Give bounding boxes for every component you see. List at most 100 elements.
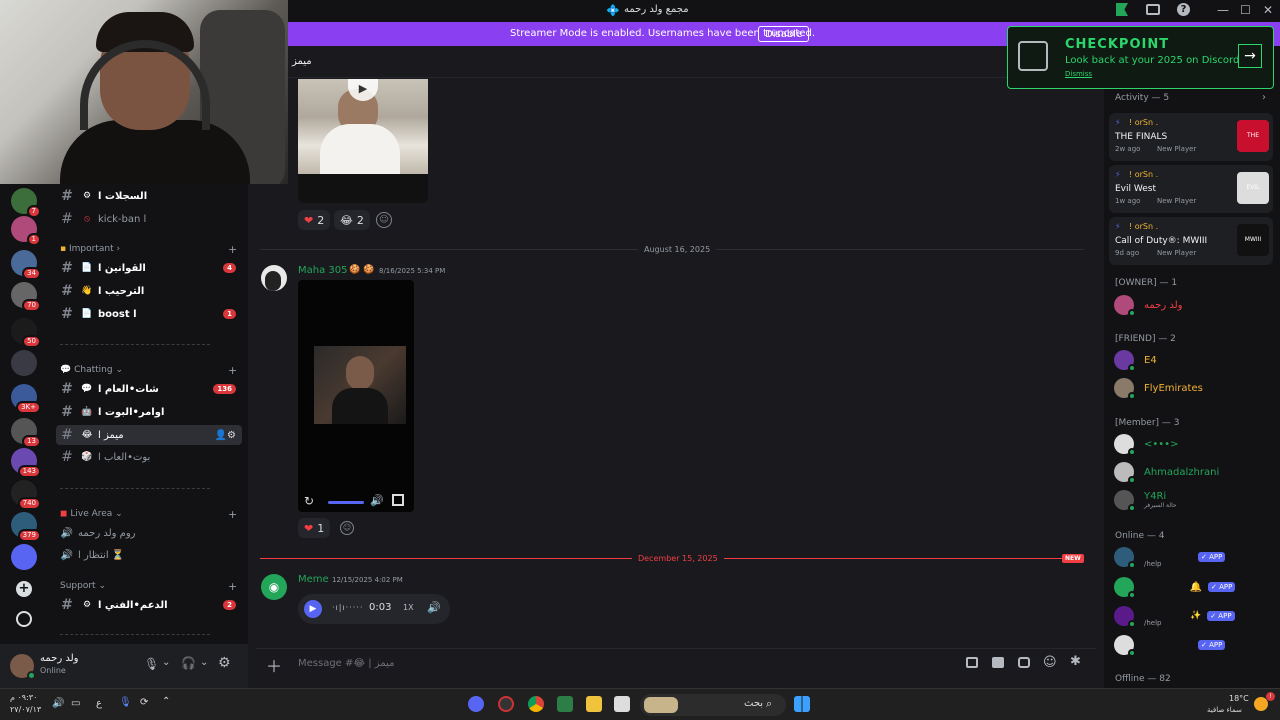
reaction-heart[interactable]: ❤ 2	[298, 210, 331, 230]
message-author[interactable]: Meme	[298, 574, 329, 585]
member-owner[interactable]: ولد رحمه	[1114, 294, 1182, 317]
video-attachment[interactable]: ▶	[298, 79, 428, 203]
server-icon[interactable]: 379	[11, 512, 41, 542]
channel-support[interactable]: # ⚙ الدعم•الفني ا 2	[56, 595, 242, 615]
member[interactable]: <•••>	[1114, 433, 1178, 456]
server-icon[interactable]: 7	[11, 188, 41, 218]
disable-streamer-button[interactable]: Disable	[758, 26, 810, 42]
message-composer[interactable]: ＋ Message #😂 | ميمز ☺ ✱	[256, 648, 1096, 678]
channel-welcome[interactable]: # 👋 الترحيب ا	[56, 281, 242, 301]
arrow-right-icon[interactable]: →	[1238, 44, 1262, 68]
add-channel-icon[interactable]: +	[228, 580, 237, 593]
maximize-button[interactable]: ☐	[1240, 3, 1251, 17]
server-icon[interactable]: 70	[11, 282, 41, 312]
upload-plus-icon[interactable]: ＋	[266, 653, 282, 677]
chevron-right-icon[interactable]: ›	[1262, 92, 1266, 103]
channel-boost[interactable]: # 📄 boost ا 1	[56, 304, 242, 324]
app-taskbar-icon[interactable]	[498, 696, 514, 712]
notification-icon[interactable]: !	[1266, 692, 1275, 701]
reaction-heart[interactable]: ❤ 1	[298, 518, 331, 538]
server-icon[interactable]	[11, 544, 37, 570]
server-icon[interactable]: 143	[11, 448, 41, 478]
add-channel-icon[interactable]: +	[228, 508, 237, 521]
minimize-button[interactable]: —	[1217, 3, 1229, 17]
discord-taskbar-icon[interactable]	[468, 696, 484, 712]
channel-general-chat[interactable]: # 💬 شات•العام ا 136	[56, 379, 242, 399]
chrome-taskbar-icon[interactable]	[528, 696, 544, 712]
server-icon[interactable]: 740	[11, 480, 41, 510]
channel-memes[interactable]: # 😂 ميمز ا 👤⚙	[56, 425, 242, 445]
member-bot[interactable]: /help ✓ APP	[1114, 546, 1226, 569]
user-settings-icon[interactable]: ⚙	[218, 655, 231, 671]
gif-icon[interactable]	[992, 657, 1004, 668]
file-explorer-icon[interactable]	[586, 696, 602, 712]
channel-logs[interactable]: # ⚙ السجلات ا	[56, 186, 242, 206]
activity-card[interactable]: ⚡ ! orSn . Evil West 1w ago New Player EVIL W…	[1109, 165, 1273, 213]
notepad-icon[interactable]	[614, 696, 630, 712]
reaction-laugh[interactable]: 😂 2	[334, 210, 370, 230]
headphones-icon[interactable]: 🎧	[181, 656, 196, 670]
voice-channel-room[interactable]: 🔊 روم ولد رحمه	[56, 523, 242, 543]
server-icon[interactable]: 1	[11, 216, 41, 246]
taskbar-search[interactable]: بحث ⌕	[640, 694, 786, 716]
volume-icon[interactable]: 🔊	[427, 601, 441, 614]
avatar[interactable]	[10, 654, 36, 680]
video-player[interactable]: ↻ 🔊	[298, 280, 414, 512]
add-server-icon[interactable]: +	[16, 581, 32, 597]
voice-channel-waiting[interactable]: 🔊 انتظار ا ⏳	[56, 545, 242, 565]
help-icon[interactable]: ?	[1177, 3, 1190, 16]
chevron-up-icon[interactable]: ⌃	[162, 696, 170, 707]
discord-bot-avatar-icon[interactable]: ◉	[261, 574, 287, 600]
server-icon[interactable]: 50	[11, 318, 41, 348]
add-reaction-icon[interactable]: ☺	[376, 212, 392, 228]
playback-speed-button[interactable]: 1X	[403, 603, 414, 612]
category-important[interactable]: ▪ Important › +	[60, 243, 237, 256]
member[interactable]: Ahmadalzhrani	[1114, 461, 1219, 484]
activity-card[interactable]: ⚡ ! orSn . THE FINALS 2w ago New Player THE F…	[1109, 113, 1273, 161]
volume-icon[interactable]: 🔊	[370, 494, 384, 507]
message-input[interactable]: Message #😂 | ميمز	[298, 658, 394, 669]
sticker-icon[interactable]	[1018, 657, 1030, 668]
add-channel-icon[interactable]: +	[228, 364, 237, 377]
terminal-taskbar-icon[interactable]	[557, 696, 573, 712]
member[interactable]: Y4Ri حالة السيرفر	[1114, 489, 1177, 512]
channel-game-bot[interactable]: # 🎲 بوت•العاب ا	[56, 447, 242, 467]
volume-slider[interactable]	[328, 501, 364, 504]
add-reaction-icon[interactable]: ☺	[340, 521, 354, 535]
language-indicator[interactable]: ع	[96, 698, 102, 709]
replay-icon[interactable]: ↻	[304, 494, 314, 508]
server-icon[interactable]: 3K+	[11, 384, 41, 414]
checkpoint-popup[interactable]: CHECKPOINT Look back at your 2025 on Dis…	[1007, 26, 1274, 89]
gift-icon[interactable]	[966, 657, 978, 668]
chevron-down-icon[interactable]: ⌄	[162, 657, 170, 668]
server-icon[interactable]: 13	[11, 418, 41, 448]
category-chatting[interactable]: 💬 Chatting ⌄ +	[60, 364, 237, 377]
inbox-icon[interactable]	[1146, 4, 1160, 15]
member-bot[interactable]: ✓ APP	[1114, 634, 1226, 657]
category-support[interactable]: Support ⌄ +	[60, 580, 237, 593]
sync-icon[interactable]: ⟳	[140, 697, 148, 708]
member-friend[interactable]: E4	[1114, 349, 1157, 372]
member-bot[interactable]: /help ✨ ✓ APP	[1114, 605, 1235, 628]
discover-icon[interactable]	[16, 611, 32, 627]
microphone-icon[interactable]: 🎙	[144, 657, 159, 671]
message-author[interactable]: Maha 305	[298, 265, 348, 276]
fullscreen-icon[interactable]	[392, 494, 404, 506]
channel-kick-ban[interactable]: # ⦸ kick-ban ا	[56, 209, 242, 229]
play-icon[interactable]: ▶	[304, 600, 322, 618]
quest-flag-icon[interactable]	[1116, 3, 1128, 16]
server-icon[interactable]	[11, 350, 37, 376]
volume-icon[interactable]: 🔊	[52, 698, 64, 709]
add-channel-icon[interactable]: +	[228, 243, 237, 256]
chevron-down-icon[interactable]: ⌄	[200, 657, 208, 668]
settings-gear-icon[interactable]: 👤⚙	[215, 430, 236, 441]
windows-start-icon[interactable]	[794, 696, 810, 712]
channel-bot-commands[interactable]: # 🤖 اوامر•البوت ا	[56, 402, 242, 422]
server-icon[interactable]: 34	[11, 250, 41, 280]
apps-icon[interactable]: ✱	[1070, 654, 1081, 669]
channel-rules[interactable]: # 📄 القوانين ا 4	[56, 258, 242, 278]
close-button[interactable]: ✕	[1263, 3, 1273, 17]
category-live-area[interactable]: ◼ Live Area ⌄ +	[60, 508, 237, 521]
network-icon[interactable]: ▭	[71, 698, 80, 709]
microphone-icon[interactable]: 🎙	[119, 697, 132, 708]
